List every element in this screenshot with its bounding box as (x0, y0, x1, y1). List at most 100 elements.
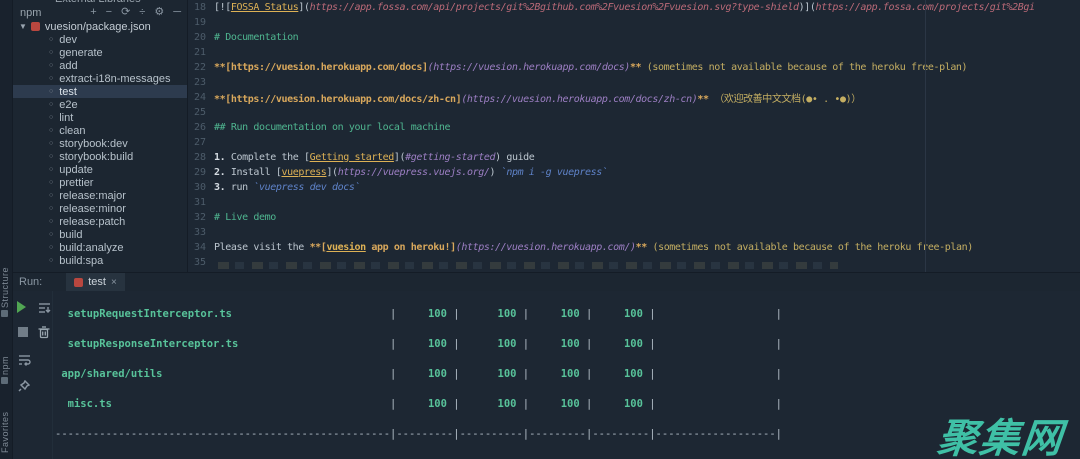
soft-wrap-icon[interactable] (17, 353, 31, 367)
line-number: 34 (188, 242, 214, 253)
code-line: 18[![FOSSA Status](https://app.fossa.com… (188, 0, 1080, 15)
npm-tool-button[interactable]: npm (0, 348, 13, 394)
script-bullet-icon: ○ (49, 114, 53, 121)
npm-script-storybook-build[interactable]: ○storybook:build (13, 150, 187, 163)
code-line: 21 (188, 45, 1080, 60)
run-tab-test[interactable]: test × (66, 273, 125, 291)
line-number: 25 (188, 107, 214, 118)
site-watermark: 聚集网 (935, 406, 1067, 459)
pin-icon[interactable] (17, 379, 31, 393)
coverage-row: misc.ts|100|100|100|100|| (55, 397, 1080, 412)
code-line-clipped: 35 (188, 255, 1080, 270)
npm-panel-header: npm + − ⟳ ÷ ⚙ ─ (13, 5, 187, 20)
editor[interactable]: 18[![FOSSA Status](https://app.fossa.com… (188, 0, 1080, 272)
clear-trash-icon[interactable] (37, 325, 51, 339)
chevron-down-icon[interactable]: ▼ (19, 22, 27, 31)
run-label: Run: (19, 276, 42, 288)
code-line: 32# Live demo (188, 210, 1080, 225)
line-number: 28 (188, 152, 214, 163)
npm-script-release-minor[interactable]: ○release:minor (13, 202, 187, 215)
line-number: 26 (188, 122, 214, 133)
line-number: 22 (188, 62, 214, 73)
hide-panel-icon[interactable]: ─ (173, 7, 181, 18)
script-bullet-icon: ○ (49, 75, 53, 82)
code-line: 303. run `vuepress dev docs` (188, 180, 1080, 195)
line-number: 24 (188, 92, 214, 103)
remove-icon[interactable]: − (106, 7, 112, 18)
npm-tool-icon (2, 377, 9, 384)
package-json-root[interactable]: ▼ vuesion/package.json (13, 20, 187, 33)
line-number: 32 (188, 212, 214, 223)
script-bullet-icon: ○ (49, 62, 53, 69)
script-bullet-icon: ○ (49, 179, 53, 186)
npm-script-release-major[interactable]: ○release:major (13, 189, 187, 202)
line-number: 18 (188, 2, 214, 13)
refresh-icon[interactable]: ⟳ (121, 7, 130, 18)
script-bullet-icon: ○ (49, 49, 53, 56)
npm-logo-icon (74, 278, 83, 287)
script-bullet-icon: ○ (49, 244, 53, 251)
npm-script-update[interactable]: ○update (13, 163, 187, 176)
npm-script-build-spa[interactable]: ○build:spa (13, 254, 187, 267)
coverage-separator: ----------------------------------------… (55, 427, 1080, 442)
add-icon[interactable]: + (90, 7, 96, 18)
script-bullet-icon: ○ (49, 192, 53, 199)
coverage-row: setupRequestInterceptor.ts|100|100|100|1… (55, 307, 1080, 322)
line-number: 23 (188, 77, 214, 88)
code-line: 281. Complete the [Getting started](#get… (188, 150, 1080, 165)
code-line: 20# Documentation (188, 30, 1080, 45)
line-number: 21 (188, 47, 214, 58)
npm-script-lint[interactable]: ○lint (13, 111, 187, 124)
script-bullet-icon: ○ (49, 153, 53, 160)
favorites-tool-button[interactable]: Favorites (0, 406, 13, 459)
stop-button[interactable] (18, 327, 28, 337)
rerun-play-button[interactable] (17, 301, 26, 313)
code-line: 27 (188, 135, 1080, 150)
code-line: 26## Run documentation on your local mac… (188, 120, 1080, 135)
close-icon[interactable]: × (111, 277, 117, 288)
npm-script-test[interactable]: ○test (13, 85, 187, 98)
npm-script-build-analyze[interactable]: ○build:analyze (13, 241, 187, 254)
line-number: 27 (188, 137, 214, 148)
npm-script-prettier[interactable]: ○prettier (13, 176, 187, 189)
npm-script-storybook-dev[interactable]: ○storybook:dev (13, 137, 187, 150)
test-console[interactable]: setupRequestInterceptor.ts|100|100|100|1… (53, 292, 1080, 459)
code-line: 22**[https://vuesion.herokuapp.com/docs]… (188, 60, 1080, 75)
run-toolbar (13, 291, 53, 459)
line-number: 35 (188, 257, 214, 268)
script-bullet-icon: ○ (49, 205, 53, 212)
code-line: 292. Install [vuepress](https://vuepress… (188, 165, 1080, 180)
gear-icon[interactable]: ⚙ (154, 7, 164, 18)
npm-panel-title: npm (20, 7, 41, 19)
code-line: 19 (188, 15, 1080, 30)
ide-window: { "watermark": "聚集网", "tool_bar": { "str… (0, 0, 1080, 459)
code-line: 33 (188, 225, 1080, 240)
npm-script-extract-i18n-messages[interactable]: ○extract-i18n-messages (13, 72, 187, 85)
npm-script-add[interactable]: ○add (13, 59, 187, 72)
structure-tool-button[interactable]: Structure (0, 258, 13, 328)
npm-script-clean[interactable]: ○clean (13, 124, 187, 137)
run-panel-header: Run: test × (13, 273, 1080, 291)
npm-script-dev[interactable]: ○dev (13, 33, 187, 46)
coverage-row: app/shared/utils|100|100|100|100|| (55, 367, 1080, 382)
code-line: 23 (188, 75, 1080, 90)
structure-icon (2, 310, 9, 317)
npm-logo-icon (31, 22, 40, 31)
run-panel: Run: test × setupRequestInterceptor.ts|1… (13, 272, 1080, 459)
npm-panel: External Libraries npm + − ⟳ ÷ ⚙ ─ ▼ vue… (13, 0, 188, 272)
script-bullet-icon: ○ (49, 166, 53, 173)
npm-script-e2e[interactable]: ○e2e (13, 98, 187, 111)
line-number: 29 (188, 167, 214, 178)
line-number: 33 (188, 227, 214, 238)
code-line: 34Please visit the **[vuesion app on her… (188, 240, 1080, 255)
npm-script-generate[interactable]: ○generate (13, 46, 187, 59)
npm-script-release-patch[interactable]: ○release:patch (13, 215, 187, 228)
npm-script-build[interactable]: ○build (13, 228, 187, 241)
script-bullet-icon: ○ (49, 127, 53, 134)
clipped-text (218, 262, 838, 269)
coverage-row: setupResponseInterceptor.ts|100|100|100|… (55, 337, 1080, 352)
script-bullet-icon: ○ (49, 257, 53, 264)
scroll-to-end-icon[interactable] (37, 300, 51, 314)
right-margin-guide (925, 0, 926, 272)
expand-all-icon[interactable]: ÷ (139, 7, 145, 18)
